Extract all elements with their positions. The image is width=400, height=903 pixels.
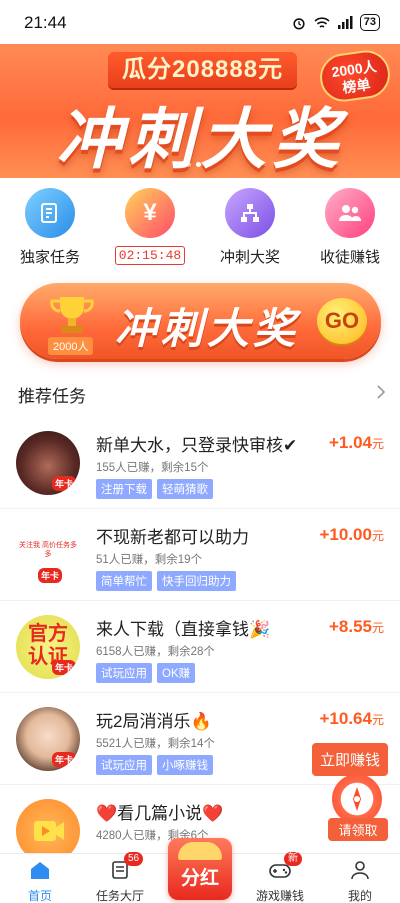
task-title: 新单大水，只登录快审核✔	[96, 436, 298, 455]
task-tag: 注册下载	[96, 479, 152, 499]
nav-badge: 新	[284, 852, 302, 866]
task-avatar: 年卡	[16, 431, 80, 495]
quick-item-recruit[interactable]: 收徒赚钱	[300, 186, 400, 276]
compass-icon	[332, 774, 382, 824]
promo-count: 2000人	[48, 337, 94, 355]
annual-card-badge: 年卡	[51, 476, 76, 491]
battery-indicator: 73	[359, 14, 380, 31]
carousel-dot	[186, 162, 191, 167]
task-meta: 5521人已赚，剩余14个	[96, 738, 215, 750]
nav-me[interactable]: 我的	[320, 854, 400, 903]
nav-label: 我的	[347, 889, 372, 903]
task-row[interactable]: 官方认证 年卡 来人下载（直接拿钱🎉 6158人已赚，剩余28个 试玩应用 OK…	[0, 601, 400, 693]
chevron-right-icon[interactable]	[376, 384, 386, 400]
promo-banner[interactable]: 瓜分208888元 冲刺大奖 2000人 榜单	[0, 44, 400, 178]
task-tag: OK赚	[157, 663, 196, 683]
banner-rank-badge: 2000人 榜单	[317, 47, 393, 105]
task-meta: 51人已赚，剩余19个	[96, 554, 203, 566]
task-reward: +8.55元	[329, 617, 384, 637]
alarm-icon	[293, 17, 305, 29]
task-tag: 简单帮忙	[96, 571, 152, 591]
nav-home[interactable]: 首页	[0, 854, 80, 903]
task-meta: 6158人已赚，剩余28个	[96, 646, 215, 658]
go-button[interactable]: GO	[317, 298, 367, 344]
yen-icon: ¥	[125, 188, 175, 238]
reward-amount: +8.55	[328, 617, 372, 636]
nav-dividend-button[interactable]: 分红	[168, 838, 232, 900]
quick-menu: 独家任务 ¥ 02:15:48 冲刺大奖 收徒赚钱	[0, 186, 400, 276]
countdown-timer: 02:15:48	[114, 246, 186, 265]
nav-badge: 56	[124, 852, 144, 866]
task-row[interactable]: 关注我 高价任务多多 年卡 不现新老都可以助力 51人已赚，剩余19个 简单帮忙…	[0, 509, 400, 601]
reward-amount: +10.64	[319, 709, 372, 728]
users-icon	[325, 188, 375, 238]
task-reward: +1.04元	[329, 433, 384, 453]
quick-item-exclusive-task[interactable]: 独家任务	[0, 186, 100, 276]
reward-unit: 元	[371, 621, 384, 635]
promo-title: 冲刺大奖	[115, 305, 300, 352]
home-icon	[31, 862, 49, 879]
task-title: 玩2局消消乐🔥	[96, 712, 212, 731]
quick-item-label: 冲刺大奖	[219, 249, 280, 266]
trophy-icon	[50, 297, 94, 333]
carousel-dot-active	[196, 162, 201, 167]
status-time: 21:44	[24, 13, 67, 32]
reward-amount: +10.00	[319, 525, 372, 544]
quick-item-label: 独家任务	[19, 249, 80, 266]
quick-item-label: 收徒赚钱	[319, 249, 380, 266]
nav-label: 任务大厅	[95, 889, 144, 903]
task-row[interactable]: 年卡 玩2局消消乐🔥 5521人已赚，剩余14个 试玩应用 小啄赚钱 +10.6…	[0, 693, 400, 785]
nav-game-earn[interactable]: 新 游戏赚钱	[240, 852, 320, 903]
task-tag: 试玩应用	[96, 755, 152, 775]
annual-card-badge: 年卡	[51, 752, 76, 767]
task-tag: 快手回归助力	[157, 571, 236, 591]
sprint-prize-button[interactable]: 2000人 冲刺大奖 GO	[20, 283, 381, 359]
task-avatar: 官方认证 年卡	[16, 615, 80, 679]
nav-label: 游戏赚钱	[255, 889, 304, 903]
quick-item-sprint-prize[interactable]: 冲刺大奖	[200, 186, 300, 276]
status-bar: 21:44 73	[0, 0, 400, 44]
user-icon	[351, 861, 369, 880]
task-tag: 试玩应用	[96, 663, 152, 683]
nav-task-hall[interactable]: 56 任务大厅	[80, 852, 160, 903]
task-avatar: 关注我 高价任务多多 年卡	[16, 523, 80, 587]
reward-unit: 元	[371, 713, 384, 727]
task-tags: 注册下载 轻萌猜歌	[96, 479, 213, 499]
task-meta: 155人已赚，剩余15个	[96, 462, 209, 474]
claim-button[interactable]: 请领取	[328, 818, 388, 841]
annual-card-badge: 年卡	[38, 568, 63, 583]
wifi-icon	[314, 16, 330, 28]
signal-icon	[337, 15, 353, 29]
task-reward: +10.64元	[320, 709, 385, 729]
task-title: 不现新老都可以助力	[96, 528, 249, 547]
task-tags: 简单帮忙 快手回归助力	[96, 571, 236, 591]
quick-item-timer[interactable]: ¥ 02:15:48	[100, 186, 200, 276]
task-title: 来人下载（直接拿钱🎉	[96, 620, 271, 639]
carousel-dot	[206, 162, 211, 167]
nav-label: 首页	[27, 889, 52, 903]
reward-unit: 元	[371, 529, 384, 543]
carousel-dots	[186, 162, 211, 167]
task-tags: 试玩应用 OK赚	[96, 663, 196, 683]
task-row[interactable]: 年卡 新单大水，只登录快审核✔ 155人已赚，剩余15个 注册下载 轻萌猜歌 +…	[0, 417, 400, 509]
task-avatar: 年卡	[16, 707, 80, 771]
annual-card-badge: 年卡	[51, 660, 76, 675]
nav-center-label: 分红	[180, 868, 219, 889]
task-tag: 小啄赚钱	[157, 755, 213, 775]
task-title: ❤️看几篇小说❤️	[96, 804, 224, 823]
earn-now-button[interactable]: 立即赚钱	[311, 743, 388, 776]
floating-reward-widget[interactable]: 请领取	[328, 774, 388, 841]
red-packet-icon	[178, 842, 222, 860]
status-icons: 73	[291, 14, 380, 31]
edit-icon	[25, 188, 75, 238]
section-title: 推荐任务	[18, 387, 86, 406]
reward-unit: 元	[371, 437, 384, 451]
hierarchy-icon	[225, 188, 275, 238]
task-tag: 轻萌猜歌	[157, 479, 213, 499]
avatar-caption: 关注我 高价任务多多	[19, 542, 77, 558]
reward-amount: +1.04	[328, 433, 372, 452]
task-tags: 试玩应用 小啄赚钱	[96, 755, 213, 775]
banner-subtitle: 瓜分208888元	[108, 52, 298, 88]
task-reward: +10.00元	[320, 525, 385, 545]
